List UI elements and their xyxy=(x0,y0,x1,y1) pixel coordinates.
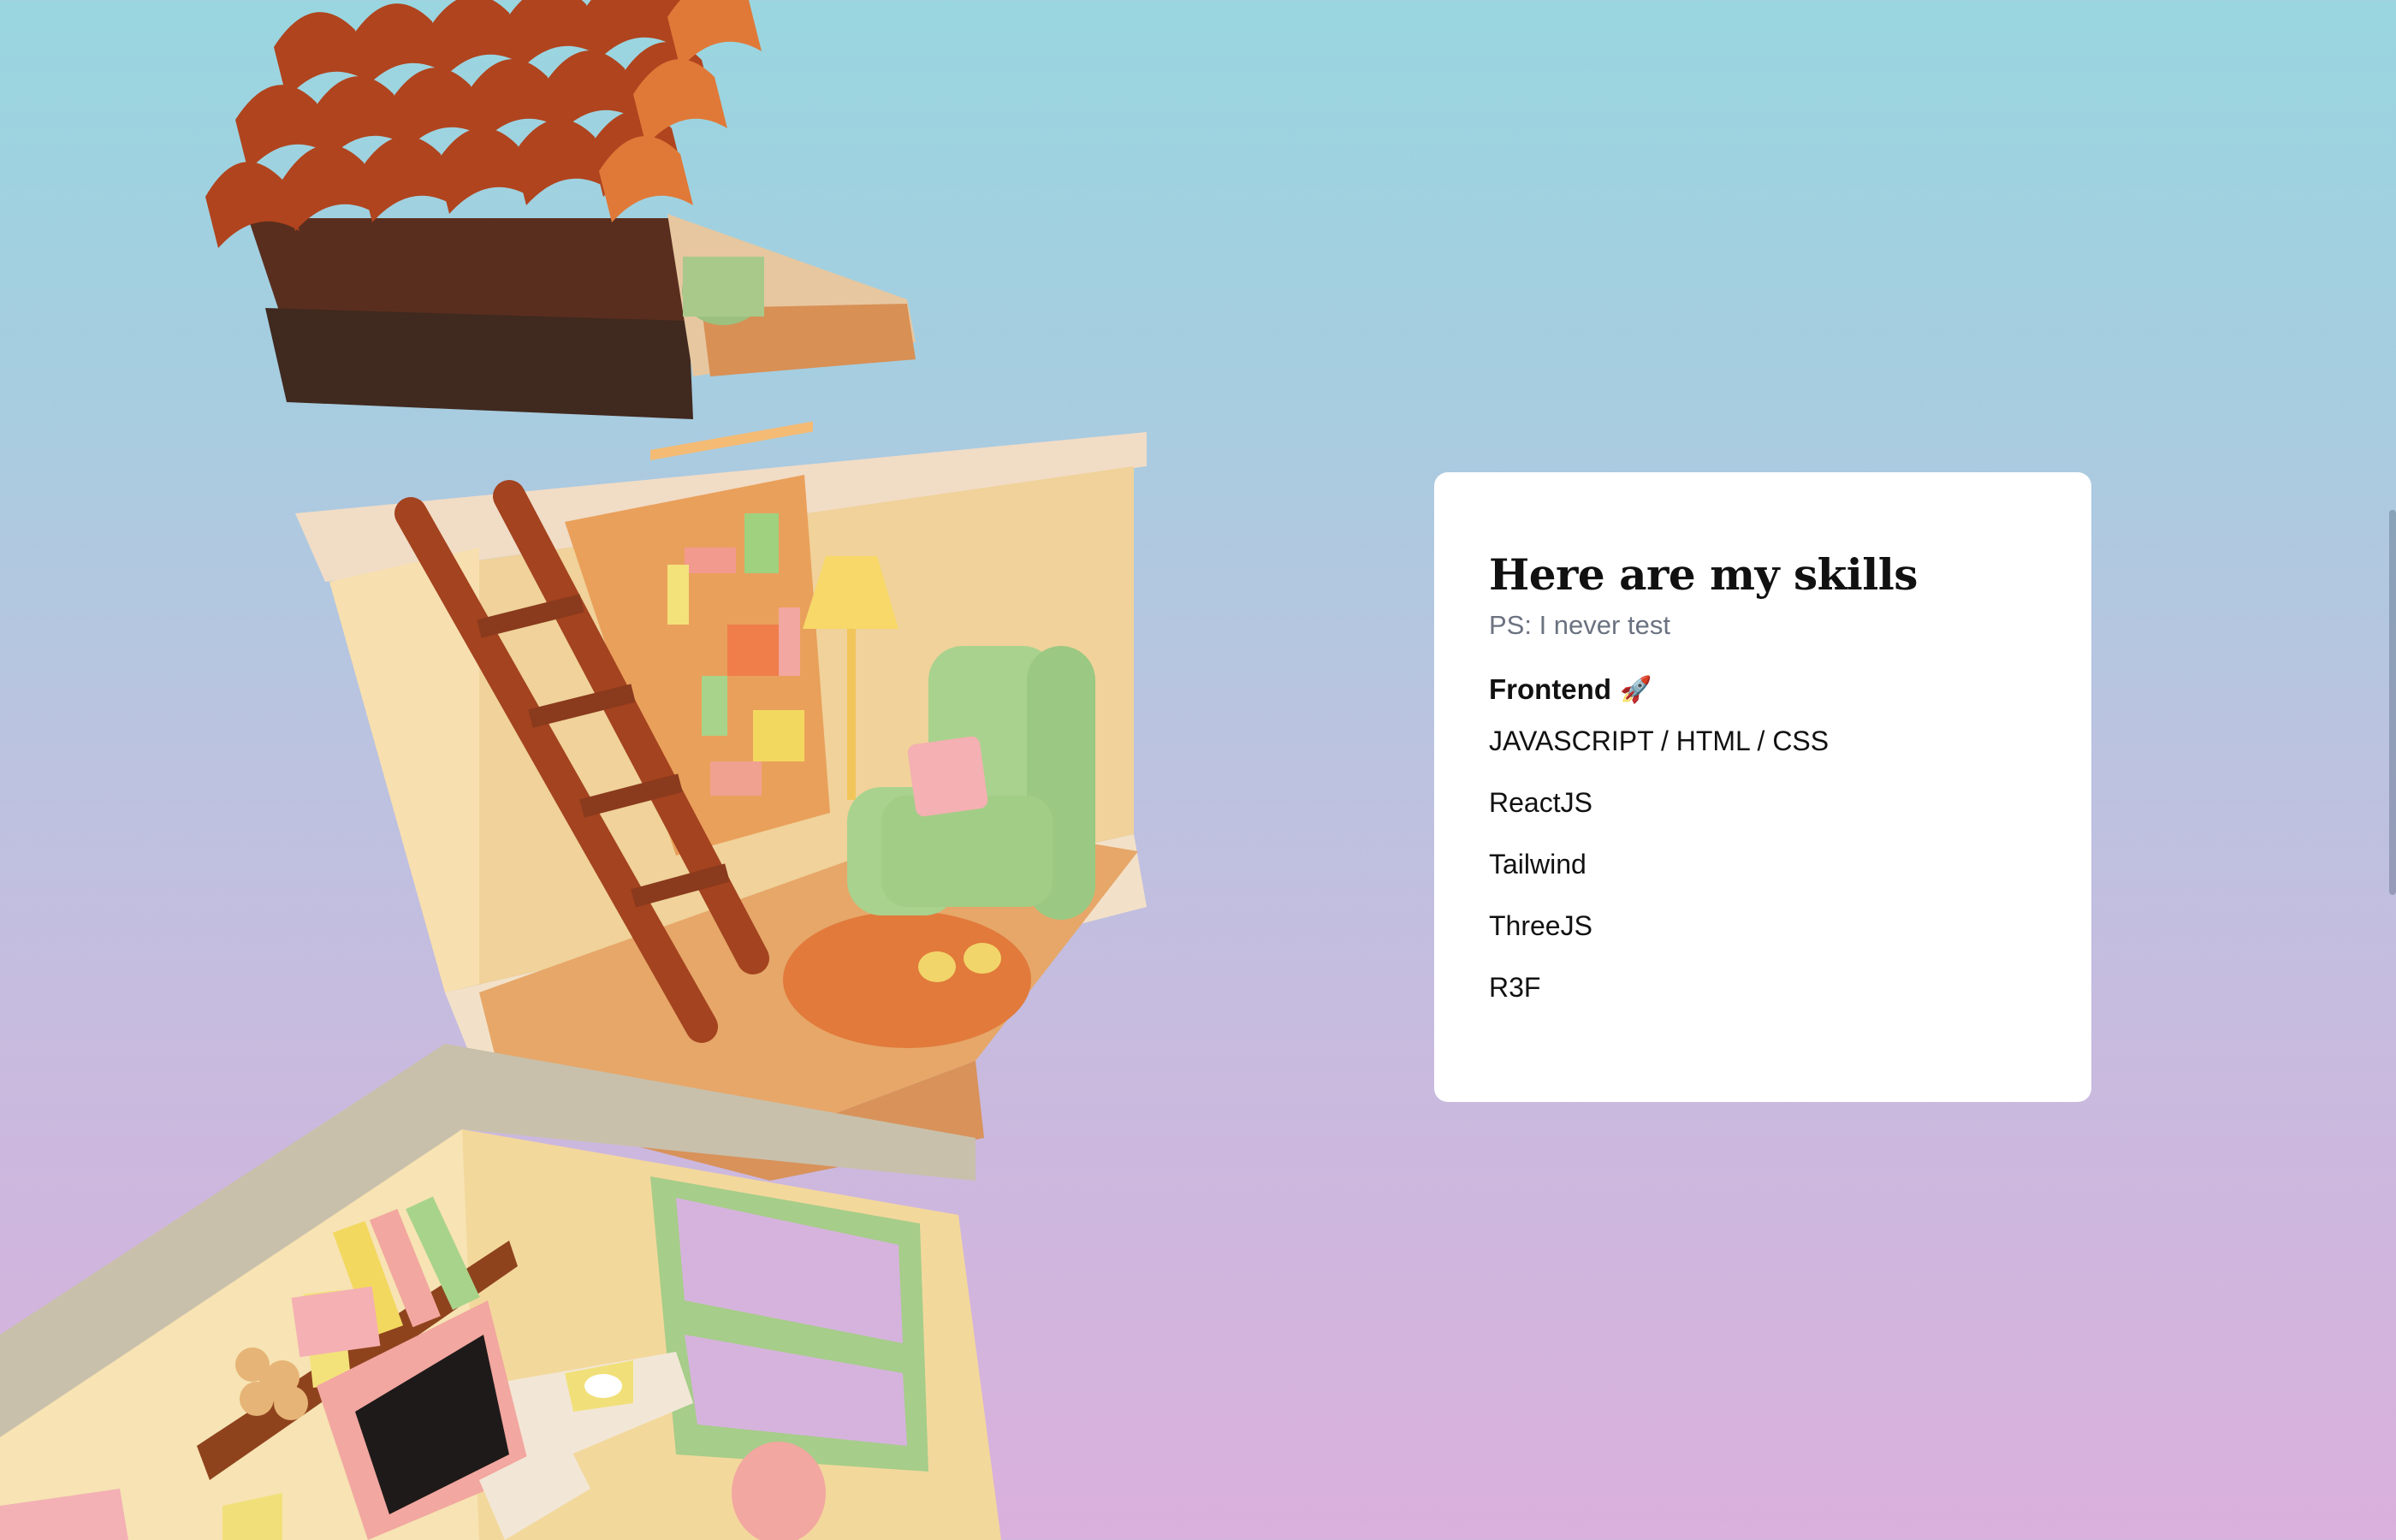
skill-group-title: Frontend 🚀 xyxy=(1489,673,2037,706)
roof xyxy=(205,0,916,419)
office-room xyxy=(0,1044,1001,1540)
skill-item: Tailwind xyxy=(1489,849,1586,880)
skills-card: Here are my skills PS: I never test Fron… xyxy=(1434,472,2091,1102)
skill-group-label: Frontend xyxy=(1489,673,1611,705)
skill-item: ReactJS xyxy=(1489,787,1592,818)
skill-item: R3F xyxy=(1489,972,1541,1003)
skills-card-title: Here are my skills xyxy=(1489,549,1918,600)
skills-card-subtitle: PS: I never test xyxy=(1489,610,1670,640)
rocket-icon: 🚀 xyxy=(1619,675,1652,704)
skill-list: JAVASCRIPT / HTML / CSS ReactJS Tailwind… xyxy=(1489,725,2037,1033)
scrollbar-thumb[interactable] xyxy=(2389,510,2396,895)
isometric-house-illustration xyxy=(0,0,1198,1540)
skill-item: ThreeJS xyxy=(1489,910,1592,941)
skill-item: JAVASCRIPT / HTML / CSS xyxy=(1489,726,1830,756)
